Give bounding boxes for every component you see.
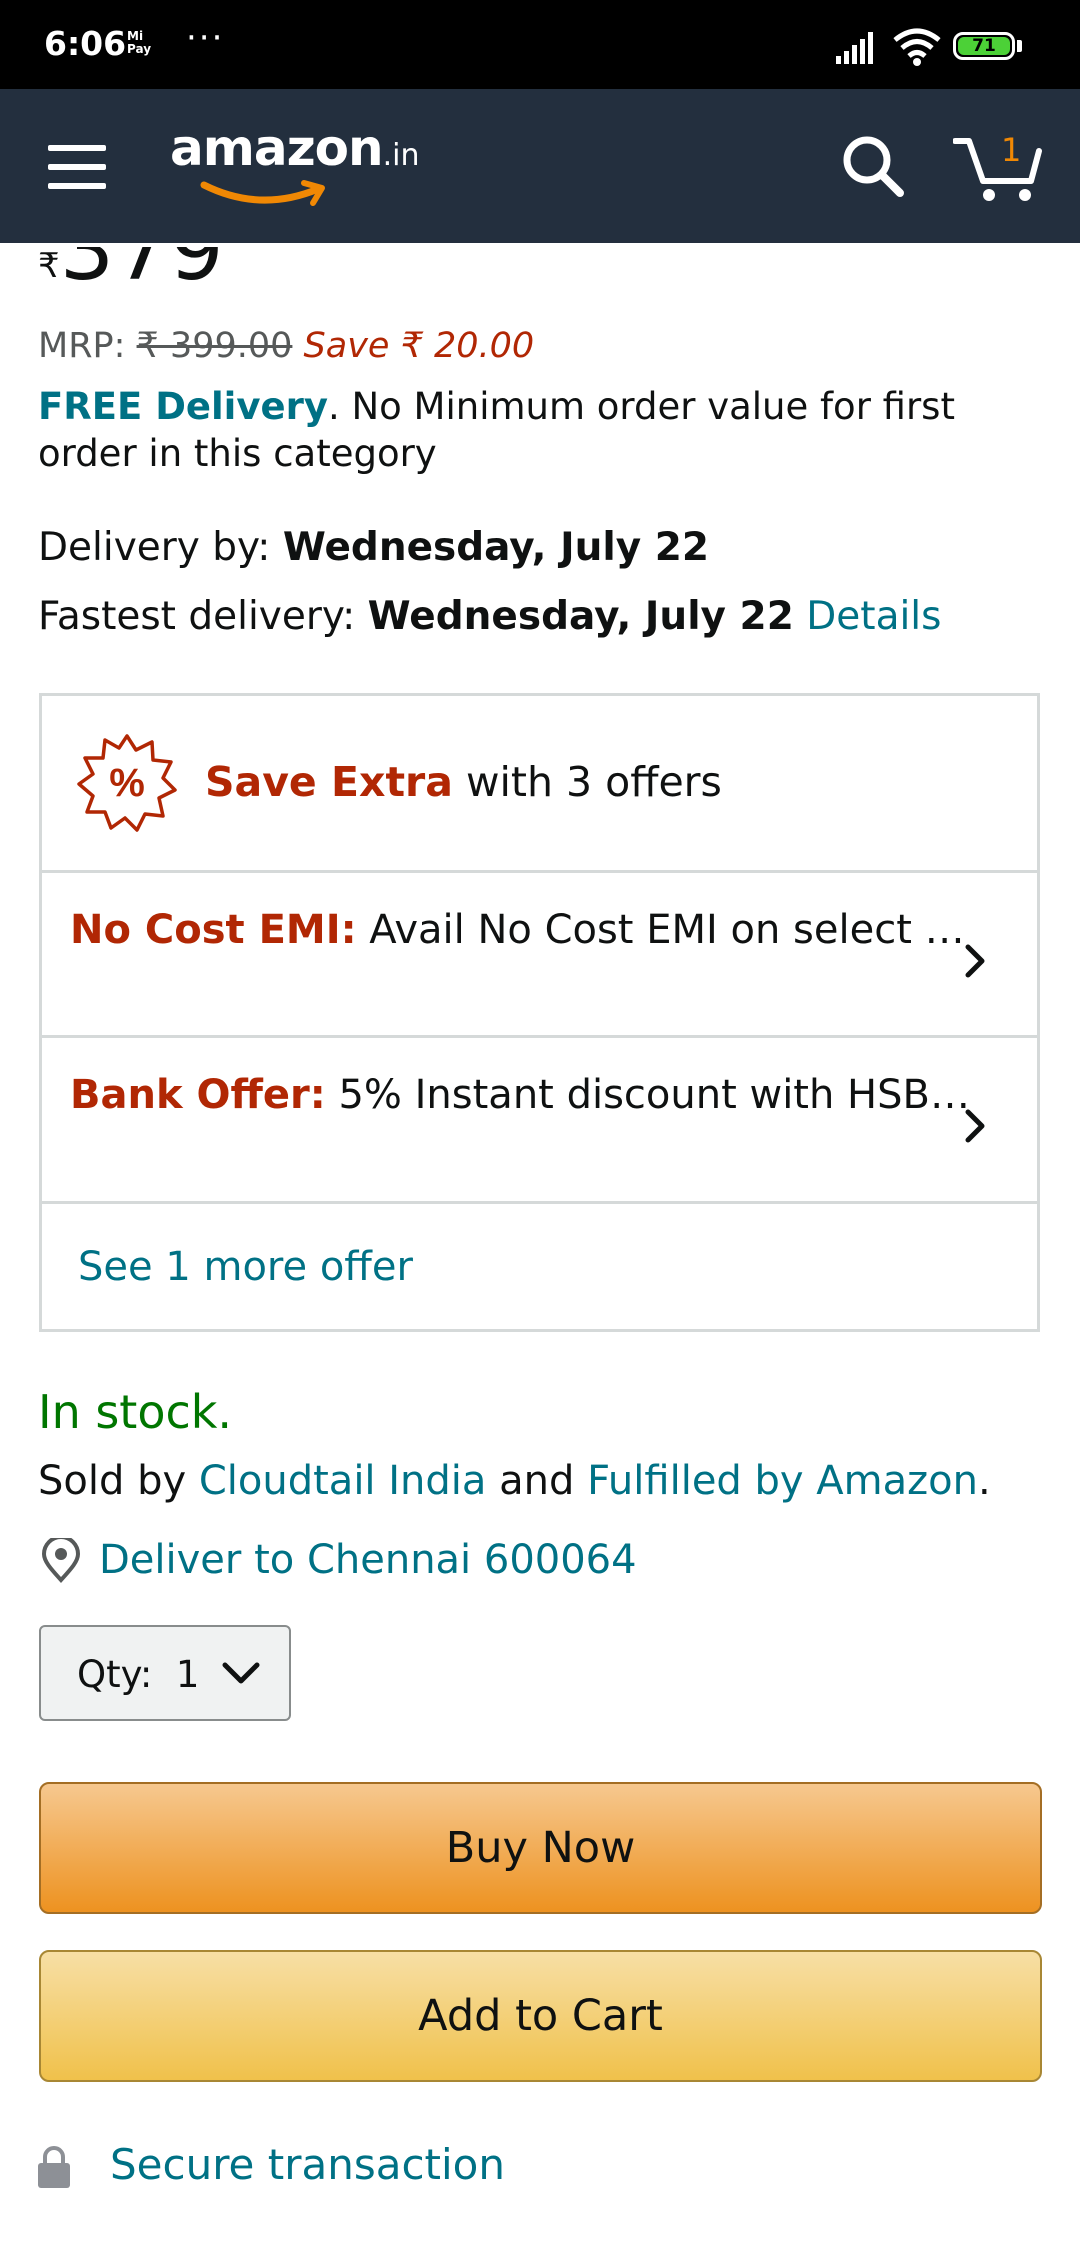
emi-label: No Cost EMI: (70, 907, 357, 953)
save-extra-label: Save Extra (205, 758, 453, 806)
amazon-logo[interactable]: amazon.in (170, 119, 420, 206)
status-time: 6:06 (44, 24, 127, 63)
more-notifications-icon: ··· (186, 18, 225, 58)
see-more-offers-link[interactable]: See 1 more offer (78, 1244, 988, 1290)
battery-level: 71 (958, 37, 1010, 56)
offers-heading: Save Extra with 3 offers (205, 758, 722, 806)
fastest-delivery: Fastest delivery: Wednesday, July 22 Det… (38, 594, 941, 639)
wifi-icon (893, 28, 941, 66)
details-link[interactable]: Details (806, 594, 941, 639)
deliver-to-link[interactable]: Deliver to Chennai 600064 (99, 1537, 637, 1583)
cart-count-badge[interactable]: 1 (1001, 131, 1021, 169)
lock-icon (38, 2146, 70, 2188)
bank-offer-text: Bank Offer: 5% Instant discount with HSB… (70, 1072, 980, 1118)
logo-word: amazon (170, 119, 384, 177)
offers-count-text: with 3 offers (452, 758, 722, 806)
see-more-offers[interactable]: See 1 more offer (42, 1204, 1037, 1329)
battery-tip (1017, 40, 1022, 52)
sold-by-line: Sold by Cloudtail India and Fulfilled by… (38, 1458, 991, 1504)
offers-box: % Save Extra with 3 offers No Cost EMI: … (39, 693, 1040, 1332)
mipay-icon: Mi Pay (127, 29, 152, 56)
stock-status: In stock. (38, 1385, 233, 1439)
offer-bank[interactable]: Bank Offer: 5% Instant discount with HSB… (42, 1038, 1037, 1204)
delivery-by: Delivery by: Wednesday, July 22 (38, 525, 709, 570)
qty-label: Qty: (77, 1653, 153, 1696)
fastest-delivery-label: Fastest delivery: (38, 594, 368, 639)
sold-by-prefix: Sold by (38, 1458, 199, 1504)
free-delivery-text: FREE Delivery. No Minimum order value fo… (38, 383, 1038, 477)
sold-by-and: and (486, 1458, 588, 1504)
bank-label: Bank Offer: (70, 1072, 326, 1118)
quantity-dropdown[interactable]: Qty: 1 (39, 1625, 291, 1721)
amazon-smile-icon (200, 180, 325, 206)
svg-text:%: % (109, 761, 145, 805)
bank-description: 5% Instant discount with HSB… (325, 1072, 970, 1118)
top-nav-bar: amazon.in 1 (0, 89, 1080, 243)
buy-now-button[interactable]: Buy Now (39, 1782, 1042, 1914)
battery-icon: 71 (953, 32, 1015, 60)
sold-by-period: . (977, 1458, 991, 1504)
search-icon[interactable] (838, 131, 908, 201)
chevron-down-icon (222, 1662, 260, 1684)
mrp-label: MRP: (38, 326, 137, 366)
delivery-by-date: Wednesday, July 22 (282, 525, 709, 570)
offers-header: % Save Extra with 3 offers (42, 696, 1037, 873)
emi-offer-text: No Cost EMI: Avail No Cost EMI on select… (70, 907, 980, 953)
seller-link[interactable]: Cloudtail India (199, 1458, 487, 1504)
status-bar: 6:06 Mi Pay ··· 71 (0, 0, 1080, 89)
fastest-delivery-date: Wednesday, July 22 (367, 594, 794, 639)
emi-description: Avail No Cost EMI on select c… (356, 907, 980, 953)
chevron-right-icon[interactable] (960, 1106, 990, 1146)
discount-badge-icon: % (77, 734, 177, 832)
offer-no-cost-emi[interactable]: No Cost EMI: Avail No Cost EMI on select… (42, 873, 1037, 1038)
secure-transaction-link[interactable]: Secure transaction (110, 2140, 505, 2189)
fulfilled-by-link[interactable]: Fulfilled by Amazon (587, 1458, 978, 1504)
currency-symbol: ₹ (38, 246, 60, 286)
logo-tld: .in (382, 138, 420, 173)
free-delivery-link[interactable]: FREE Delivery (38, 385, 328, 428)
location-pin-icon (41, 1538, 81, 1583)
mrp-value: ₹ 399.00 (136, 326, 293, 366)
savings-text: Save ₹ 20.00 (303, 326, 535, 366)
mrp-line: MRP: ₹ 399.00 Save ₹ 20.00 (38, 326, 534, 366)
chevron-right-icon[interactable] (960, 941, 990, 981)
delivery-by-label: Delivery by: (38, 525, 283, 570)
cart-icon[interactable] (953, 129, 1043, 204)
qty-text: Qty: 1 (77, 1653, 199, 1696)
menu-icon[interactable] (48, 145, 106, 189)
qty-value: 1 (175, 1653, 200, 1696)
add-to-cart-button[interactable]: Add to Cart (39, 1950, 1042, 2082)
signal-icon (836, 32, 873, 64)
